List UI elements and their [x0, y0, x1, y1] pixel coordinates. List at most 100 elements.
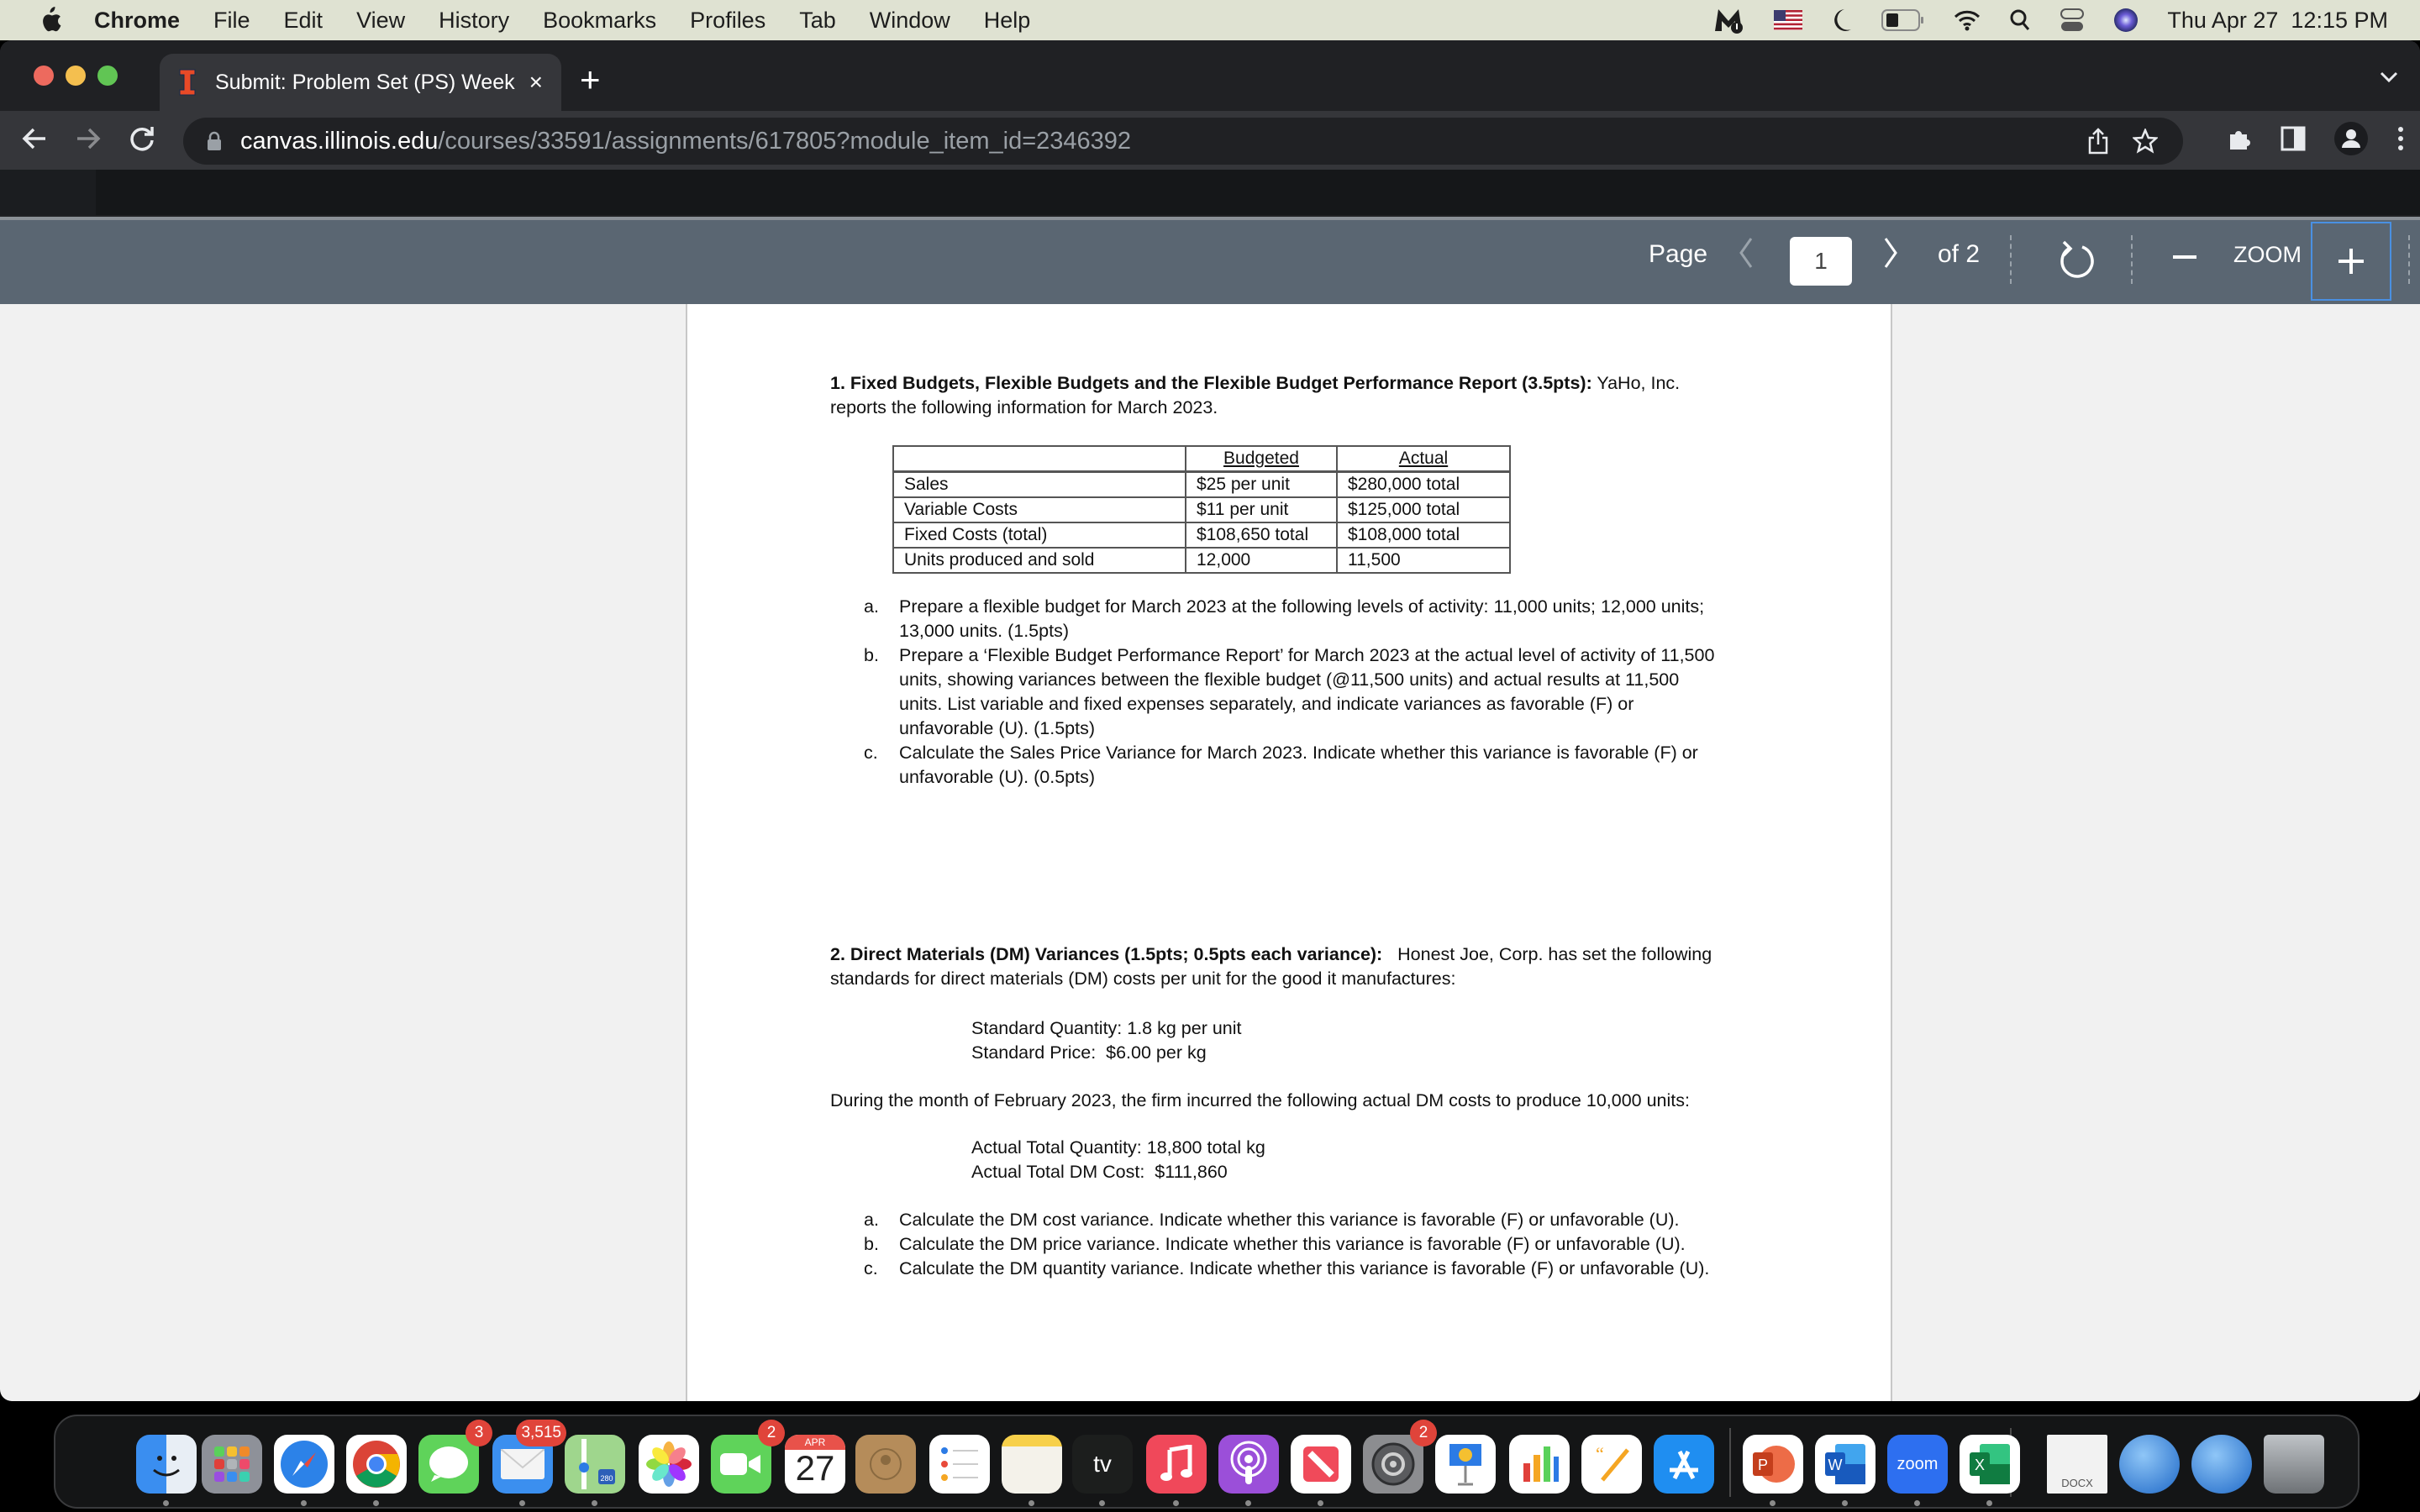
- table-cell: 11,500: [1336, 547, 1511, 574]
- menu-window[interactable]: Window: [870, 8, 950, 34]
- back-button[interactable]: [20, 124, 49, 157]
- zoom-out-button[interactable]: [2171, 234, 2198, 290]
- dock-app-store-icon[interactable]: [1654, 1435, 1714, 1494]
- chrome-menu-kebab-icon[interactable]: [2396, 125, 2405, 156]
- share-icon[interactable]: [2087, 128, 2109, 161]
- menu-app-name[interactable]: Chrome: [94, 8, 180, 34]
- page-count: of 2: [1938, 240, 1981, 268]
- control-center-icon[interactable]: [2060, 8, 2085, 33]
- dock-apple-tv-icon[interactable]: tv: [1072, 1435, 1133, 1494]
- apple-logo-icon[interactable]: [37, 6, 62, 34]
- do-not-disturb-moon-icon[interactable]: [1831, 8, 1853, 33]
- running-indicator: [373, 1500, 379, 1506]
- dock-safari-icon[interactable]: [274, 1435, 334, 1494]
- list-text: Prepare a flexible budget for March 2023…: [899, 596, 1705, 641]
- dock-trash-icon[interactable]: [2264, 1435, 2324, 1494]
- dock-powerpoint-icon[interactable]: P: [1743, 1435, 1803, 1494]
- table-cell: $25 per unit: [1185, 470, 1338, 498]
- dock-numbers-icon[interactable]: [1509, 1435, 1570, 1494]
- dock-chrome-icon[interactable]: [346, 1435, 407, 1494]
- dock-notes-icon[interactable]: [1002, 1435, 1062, 1494]
- dock-excel-icon[interactable]: X: [1960, 1435, 2020, 1494]
- table-cell: $280,000 total: [1336, 470, 1511, 498]
- menu-profiles[interactable]: Profiles: [690, 8, 765, 34]
- extensions-puzzle-icon[interactable]: [2227, 126, 2252, 155]
- reload-button[interactable]: [128, 124, 156, 157]
- rotate-page-button[interactable]: [2057, 239, 2096, 282]
- dock-music-icon[interactable]: [1146, 1435, 1207, 1494]
- list-text: Calculate the Sales Price Variance for M…: [899, 743, 1698, 787]
- wifi-icon[interactable]: [1954, 9, 1981, 31]
- q2-intro: 2. Direct Materials (DM) Variances (1.5p…: [830, 942, 1738, 991]
- list-text: Calculate the DM price variance. Indicat…: [899, 1234, 1686, 1254]
- dock-web-globe-2-icon[interactable]: [2191, 1435, 2252, 1494]
- address-bar[interactable]: canvas.illinois.edu/courses/33591/assign…: [183, 118, 2183, 165]
- list-marker: a.: [864, 1210, 879, 1230]
- dock-web-globe-1-icon[interactable]: [2119, 1435, 2180, 1494]
- pdf-viewer-area[interactable]: 1. Fixed Budgets, Flexible Budgets and t…: [0, 304, 2420, 1401]
- dock-system-preferences-icon[interactable]: 2: [1363, 1420, 1437, 1494]
- menu-file[interactable]: File: [213, 8, 250, 34]
- new-tab-button[interactable]: +: [580, 62, 601, 97]
- previous-page-button[interactable]: [1736, 235, 1754, 279]
- dock-podcasts-icon[interactable]: [1218, 1435, 1279, 1494]
- dock-contacts-icon[interactable]: [855, 1435, 916, 1494]
- profile-avatar-icon[interactable]: [2334, 121, 2368, 160]
- tab-search-chevron-icon[interactable]: [2380, 66, 2398, 89]
- list-marker: b.: [864, 1234, 879, 1254]
- dock-launchpad-icon[interactable]: [202, 1435, 262, 1494]
- page-number-input[interactable]: 1: [1790, 237, 1852, 286]
- spotlight-search-icon[interactable]: [2009, 8, 2031, 32]
- canvas-logo-area: [0, 170, 96, 215]
- svg-text:W: W: [1828, 1457, 1843, 1473]
- menu-bookmarks[interactable]: Bookmarks: [543, 8, 656, 34]
- dock-docx-file-icon[interactable]: DOCX: [2047, 1435, 2107, 1494]
- url-path: /courses/33591/assignments/617805?module…: [438, 127, 1132, 155]
- dock-maps-icon[interactable]: 280: [565, 1435, 625, 1494]
- dock-pages-icon[interactable]: “: [1581, 1435, 1642, 1494]
- lock-icon[interactable]: [207, 131, 222, 151]
- siri-icon[interactable]: [2113, 8, 2139, 33]
- bookmark-star-icon[interactable]: [2131, 127, 2160, 160]
- tab-close-button[interactable]: ×: [529, 69, 543, 96]
- side-panel-icon[interactable]: [2281, 126, 2306, 155]
- close-window-button[interactable]: [34, 66, 54, 86]
- dock-zoom-icon[interactable]: zoom: [1887, 1435, 1948, 1494]
- table-cell: Variable Costs: [892, 496, 1186, 523]
- minimize-window-button[interactable]: [66, 66, 86, 86]
- browser-tab-active[interactable]: Submit: Problem Set (PS) Week ×: [160, 54, 561, 111]
- table-cell: $11 per unit: [1185, 496, 1338, 523]
- q2-heading: 2. Direct Materials (DM) Variances (1.5p…: [830, 944, 1383, 964]
- dock-keynote-icon[interactable]: [1435, 1435, 1496, 1494]
- menu-edit[interactable]: Edit: [284, 8, 324, 34]
- dock-messages-icon[interactable]: 3: [418, 1420, 492, 1494]
- dock-word-icon[interactable]: W: [1815, 1435, 1876, 1494]
- menu-view[interactable]: View: [356, 8, 405, 34]
- macos-dock: 3 3,515 280 2 APR 27 tv 2 “P Wzoom X DOCX: [54, 1415, 2360, 1509]
- malwarebytes-icon[interactable]: [1712, 6, 1745, 34]
- next-page-button[interactable]: [1882, 235, 1901, 279]
- minus-icon: [2173, 255, 2196, 259]
- forward-button[interactable]: [74, 124, 103, 157]
- menu-tab[interactable]: Tab: [799, 8, 836, 34]
- maximize-window-button[interactable]: [97, 66, 118, 86]
- list-marker: c.: [864, 1258, 878, 1278]
- table-cell: Units produced and sold: [892, 547, 1186, 574]
- q1-intro: 1. Fixed Budgets, Flexible Budgets and t…: [830, 371, 1738, 420]
- table-cell: Fixed Costs (total): [892, 522, 1186, 549]
- dock-news-icon[interactable]: [1291, 1435, 1351, 1494]
- menu-history[interactable]: History: [439, 8, 509, 34]
- menu-help[interactable]: Help: [984, 8, 1031, 34]
- us-flag-input-icon[interactable]: [1774, 10, 1803, 30]
- zoom-in-button[interactable]: [2311, 222, 2391, 301]
- dock-reminders-icon[interactable]: [929, 1435, 990, 1494]
- table-cell: $108,000 total: [1336, 522, 1511, 549]
- dock-mail-icon[interactable]: 3,515: [492, 1420, 566, 1494]
- menubar-clock[interactable]: Thu Apr 27 12:15 PM: [2167, 8, 2388, 34]
- dock-finder-icon[interactable]: [136, 1435, 197, 1494]
- battery-icon[interactable]: [1881, 9, 1925, 31]
- dock-facetime-icon[interactable]: 2: [711, 1420, 785, 1494]
- dock-photos-icon[interactable]: [639, 1435, 699, 1494]
- macos-menu-bar: Chrome File Edit View History Bookmarks …: [0, 0, 2420, 40]
- dock-calendar-icon[interactable]: APR 27: [785, 1435, 845, 1494]
